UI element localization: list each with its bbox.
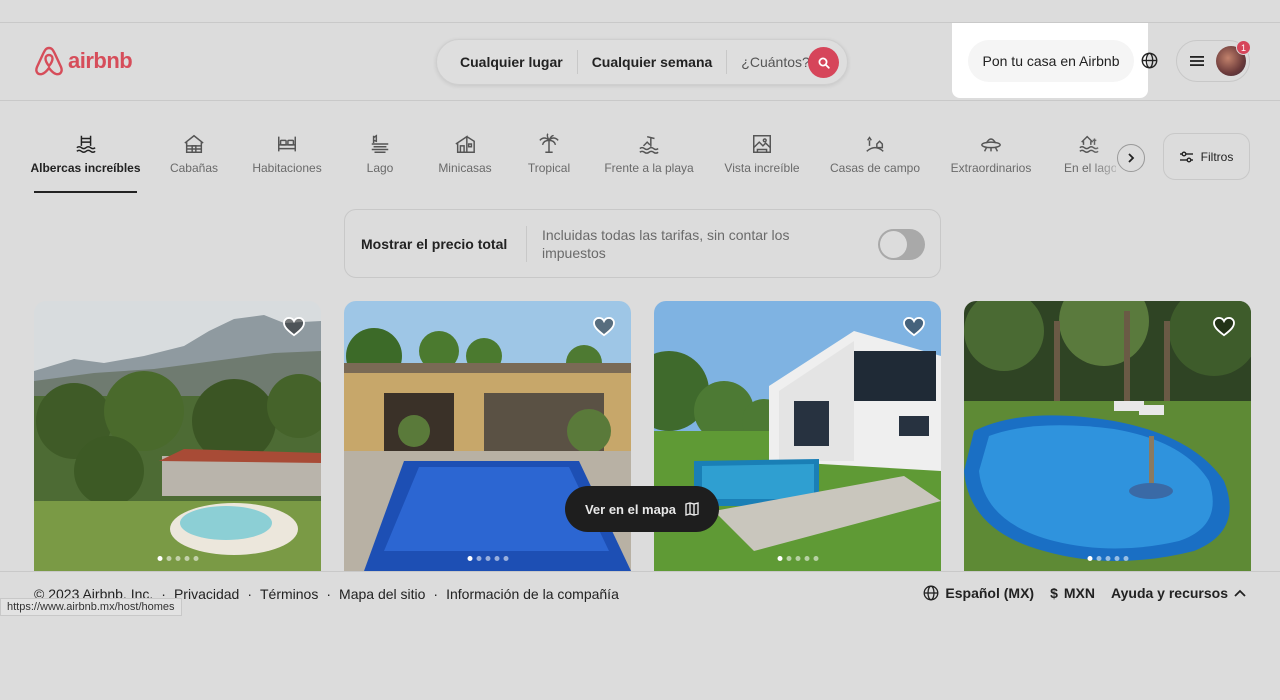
carousel-dots (467, 556, 508, 561)
beach-icon (639, 135, 659, 154)
listing-card[interactable] (964, 301, 1251, 571)
search-where[interactable]: Cualquier lugar (437, 54, 577, 70)
currency-symbol: $ (1050, 585, 1058, 601)
category-habitaciones[interactable]: Habitaciones (250, 133, 324, 175)
category-tropical[interactable]: Tropical (526, 133, 572, 175)
category-label: Vista increíble (724, 161, 800, 175)
category-casas-de-campo[interactable]: Casas de campo (830, 133, 920, 175)
category-frente-a-la-playa[interactable]: Frente a la playa (604, 133, 694, 175)
airbnb-logo-icon (35, 46, 63, 76)
filters-label: Filtros (1200, 149, 1234, 164)
globe-icon[interactable] (1141, 52, 1158, 69)
category-label: Minicasas (438, 161, 492, 175)
help-resources-button[interactable]: Ayuda y recursos (1111, 585, 1246, 601)
category-extraordinarios[interactable]: Extraordinarios (949, 133, 1033, 175)
currency-label: MXN (1063, 585, 1096, 601)
countryside-icon (866, 136, 884, 152)
view-icon (753, 135, 771, 153)
listing-card[interactable] (34, 301, 321, 571)
search-icon (818, 57, 830, 69)
footer-privacy-link[interactable]: Privacidad (174, 586, 239, 602)
footer-company-info-link[interactable]: Información de la compañía (446, 586, 619, 602)
total-price-title: Mostrar el precio total (361, 235, 508, 252)
footer-sitemap-link[interactable]: Mapa del sitio (339, 586, 425, 602)
site-header: airbnb Cualquier lugar Cualquier semana … (0, 23, 1280, 101)
globe-icon (923, 585, 939, 601)
site-footer: © 2023 Airbnb, Inc. · Privacidad · Térmi… (0, 571, 1280, 615)
pool-icon (75, 135, 96, 153)
search-bar[interactable]: Cualquier lugar Cualquier semana ¿Cuánto… (436, 39, 848, 85)
category-lago[interactable]: Lago (362, 133, 398, 175)
footer-separator: · (247, 586, 252, 602)
hamburger-icon (1190, 56, 1204, 66)
category-label: Casas de campo (829, 161, 921, 175)
category-label: Extraordinarios (950, 161, 1032, 175)
language-selector[interactable]: Español (MX) (923, 585, 1034, 601)
language-label: Español (MX) (945, 585, 1035, 601)
map-icon (685, 502, 699, 516)
sliders-icon (1179, 151, 1193, 162)
heart-icon[interactable] (1213, 317, 1235, 337)
currency-selector[interactable]: $ MXN (1050, 585, 1095, 601)
browser-top-strip (0, 0, 1280, 23)
category-cabanas[interactable]: Cabañas (164, 133, 224, 175)
category-label: Tropical (527, 161, 571, 175)
category-bar: Albercas increíbles Cabañas Habitaciones… (0, 101, 1280, 201)
category-label: Frente a la playa (604, 161, 694, 175)
total-price-subtitle: Incluidas todas las tarifas, sin contar … (542, 226, 790, 261)
toggle-knob (880, 231, 907, 258)
carousel-dots (1087, 556, 1128, 561)
notification-badge: 1 (1236, 40, 1251, 55)
footer-terms-link[interactable]: Términos (260, 586, 318, 602)
category-label: Lago (366, 161, 394, 175)
heart-icon[interactable] (283, 317, 305, 337)
filters-button[interactable]: Filtros (1163, 133, 1250, 180)
category-vista-increible[interactable]: Vista increíble (723, 133, 801, 175)
carousel-dots (157, 556, 198, 561)
footer-separator: · (326, 586, 332, 602)
category-label: Albercas increíbles (30, 161, 141, 175)
carousel-dots (777, 556, 818, 561)
listing-photo (34, 301, 321, 571)
category-label: Cabañas (169, 161, 219, 175)
status-bar-url: https://www.airbnb.mx/host/homes (0, 598, 182, 616)
footer-separator: · (433, 586, 439, 602)
category-albercas-increibles[interactable]: Albercas increíbles (30, 133, 141, 175)
chevron-right-icon (1128, 153, 1135, 163)
active-category-underline (34, 191, 137, 193)
chevron-up-icon (1234, 589, 1246, 597)
airbnb-logo[interactable]: airbnb (34, 45, 133, 77)
cabin-icon (184, 134, 204, 153)
palm-icon (539, 133, 559, 153)
ufo-icon (981, 138, 1001, 152)
heart-icon[interactable] (903, 317, 925, 337)
total-price-panel: Mostrar el precio total Incluidas todas … (344, 209, 941, 278)
lake-icon (371, 134, 389, 153)
show-map-button[interactable]: Ver en el mapa (565, 486, 719, 532)
heart-icon[interactable] (593, 317, 615, 337)
search-when[interactable]: Cualquier semana (578, 54, 727, 70)
help-resources-label: Ayuda y recursos (1111, 585, 1228, 601)
category-minicasas[interactable]: Minicasas (436, 133, 494, 175)
brand-name: airbnb (68, 48, 133, 73)
show-map-label: Ver en el mapa (584, 501, 677, 517)
host-highlight: Pon tu casa en Airbnb (952, 23, 1148, 98)
search-button[interactable] (808, 47, 839, 78)
footer-settings: Español (MX) $ MXN Ayuda y recursos (923, 585, 1246, 601)
category-next-button[interactable] (1117, 144, 1145, 172)
tiny-home-icon (455, 135, 475, 153)
host-your-home-button[interactable]: Pon tu casa en Airbnb (968, 40, 1134, 82)
listing-photo (964, 301, 1251, 571)
total-price-toggle[interactable] (878, 229, 925, 260)
bed-icon (278, 136, 296, 152)
category-label: Habitaciones (252, 161, 322, 175)
